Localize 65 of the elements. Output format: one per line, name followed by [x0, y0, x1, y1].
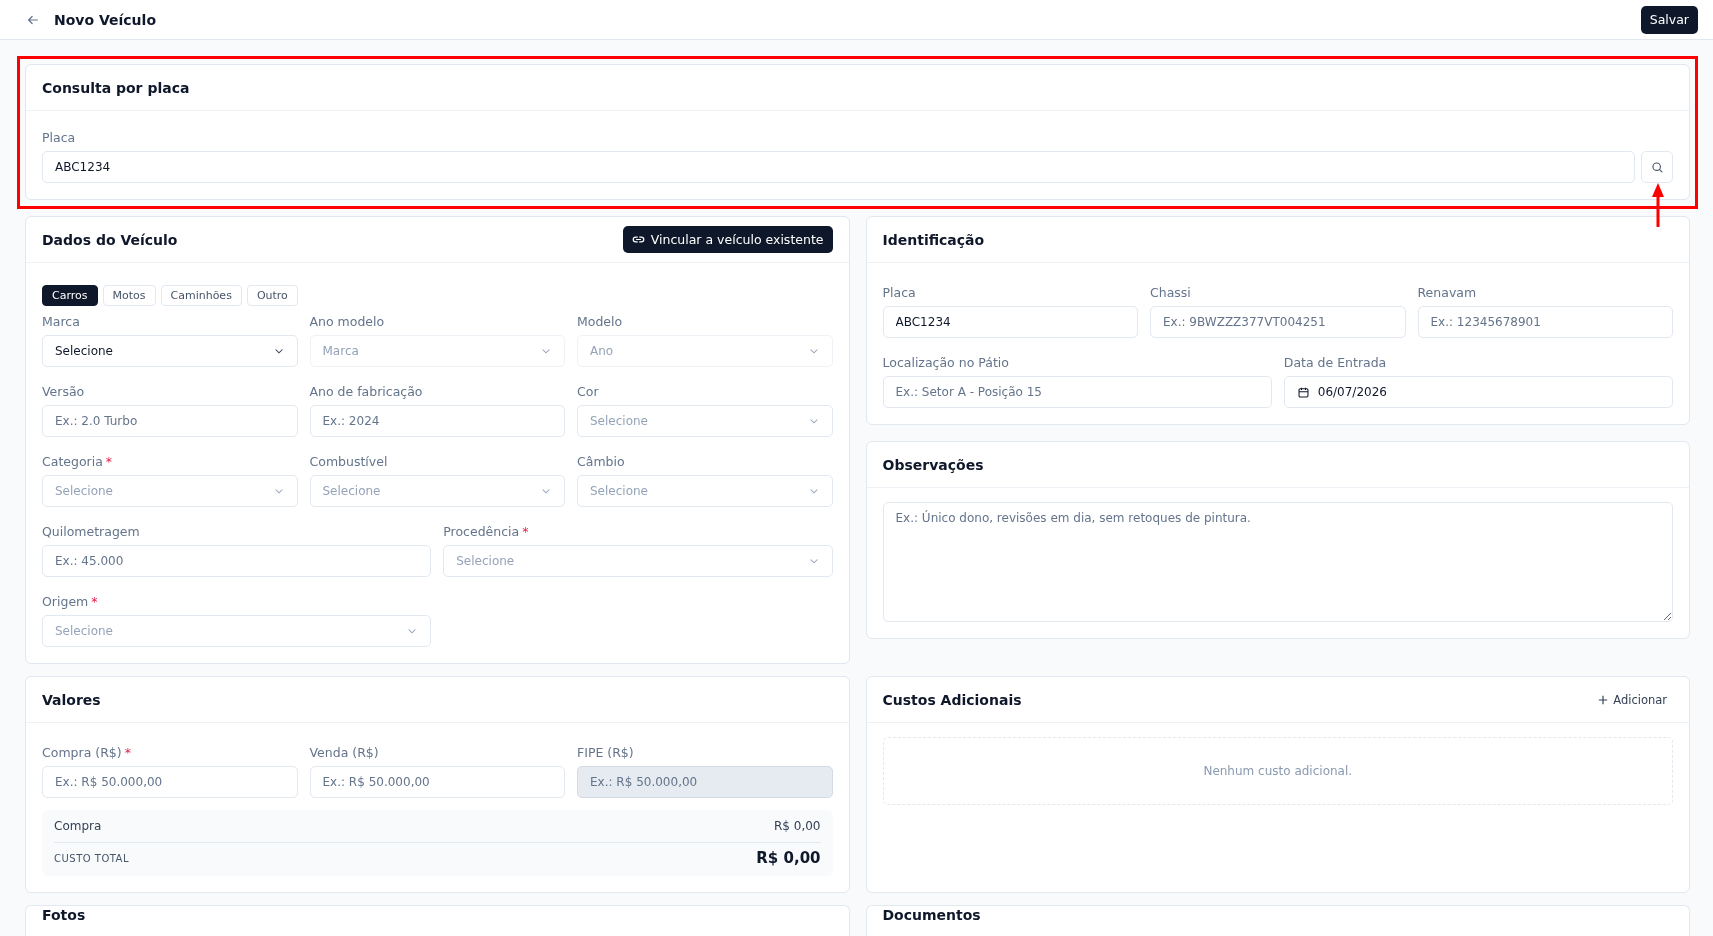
field-label: Data de Entrada: [1283, 355, 1387, 370]
field-label: Combustível: [309, 454, 388, 469]
input-field[interactable]: Ex.: R$ 50.000,00: [42, 766, 298, 798]
summary-amount: R$ 0,00: [774, 819, 821, 833]
field-label: Ano modelo: [309, 314, 385, 329]
search-icon: [1650, 160, 1664, 174]
card-title: Valores: [42, 691, 101, 708]
annotation-arrow-drawing: [1650, 183, 1666, 227]
field-label: Ano de fabricação: [309, 384, 423, 399]
field-label: Origem: [42, 594, 89, 609]
field-label: Chassi: [1150, 285, 1191, 300]
notes-textarea[interactable]: Ex.: Único dono, revisões em dia, sem retoques de pintura.: [882, 502, 1673, 622]
required-mark: *: [105, 454, 113, 469]
field-label: Câmbio: [577, 454, 625, 469]
field-label: FIPE (R$): [577, 745, 634, 760]
field-label: Procedência: [443, 524, 520, 539]
search-button[interactable]: [1641, 151, 1673, 183]
field-label: Cor: [577, 384, 599, 399]
summary-label: Compra: [54, 819, 102, 833]
card-title: Fotos: [42, 907, 86, 923]
field-label: Categoria: [42, 454, 103, 469]
field-label: Marca: [42, 314, 80, 329]
calendar-icon: [1296, 385, 1310, 399]
link-icon: [631, 233, 645, 246]
input-field[interactable]: Ex.: 2.0 Turbo: [42, 405, 298, 437]
page-title: Novo Veículo: [54, 11, 156, 28]
link-vehicle-button[interactable]: Vincular a veículo existente: [622, 226, 833, 253]
card-title: Identificação: [882, 231, 985, 248]
input-field[interactable]: ABC1234: [882, 306, 1138, 338]
date-field[interactable]: 06/07/2026: [1283, 376, 1673, 408]
vehicle-type-tab[interactable]: Motos: [102, 285, 156, 306]
vehicle-type-tab[interactable]: Caminhões: [160, 285, 242, 306]
field-label: Placa: [882, 285, 916, 300]
select-field[interactable]: Selecione: [42, 335, 298, 367]
card-title: Consulta por placa: [42, 79, 190, 96]
save-button[interactable]: Salvar: [1640, 5, 1698, 34]
card-title: Observações: [882, 456, 984, 473]
field-label: Quilometragem: [42, 524, 140, 539]
input-field[interactable]: Ex.: 12345678901: [1417, 306, 1673, 338]
required-mark: *: [91, 594, 98, 609]
plate-field[interactable]: ABC1234: [42, 151, 1635, 183]
add-cost-button[interactable]: Adicionar: [1592, 688, 1673, 711]
card-title: Documentos: [882, 907, 981, 923]
input-field[interactable]: Ex.: 45.000: [42, 545, 432, 577]
plus-icon: [1598, 694, 1609, 705]
empty-state-message: Nenhum custo adicional.: [882, 737, 1673, 805]
vehicle-type-tab[interactable]: Carros: [42, 285, 98, 306]
input-field[interactable]: Ex.: R$ 50.000,00: [309, 766, 565, 798]
required-mark: *: [124, 745, 131, 760]
total-label: CUSTO TOTAL: [54, 852, 130, 864]
field-label: Placa: [42, 130, 76, 145]
card-title: Dados do Veículo: [42, 231, 178, 248]
field-label: Localização no Pátio: [882, 355, 1009, 370]
input-field[interactable]: Ex.: 2024: [309, 405, 565, 437]
input-field[interactable]: Ex.: Setor A - Posição 15: [882, 376, 1272, 408]
field-label: Compra (R$): [42, 745, 122, 760]
field-label: Modelo: [577, 314, 623, 329]
required-mark: *: [522, 524, 529, 539]
input-field[interactable]: Ex.: 9BWZZZ377VT004251: [1150, 306, 1406, 338]
total-amount: R$ 0,00: [756, 849, 821, 867]
field-label: Renavam: [1417, 285, 1477, 300]
card-title: Custos Adicionais: [882, 691, 1022, 708]
field-label: Venda (R$): [309, 745, 379, 760]
vehicle-type-tab[interactable]: Outro: [246, 285, 298, 306]
field-label: Versão: [42, 384, 85, 399]
